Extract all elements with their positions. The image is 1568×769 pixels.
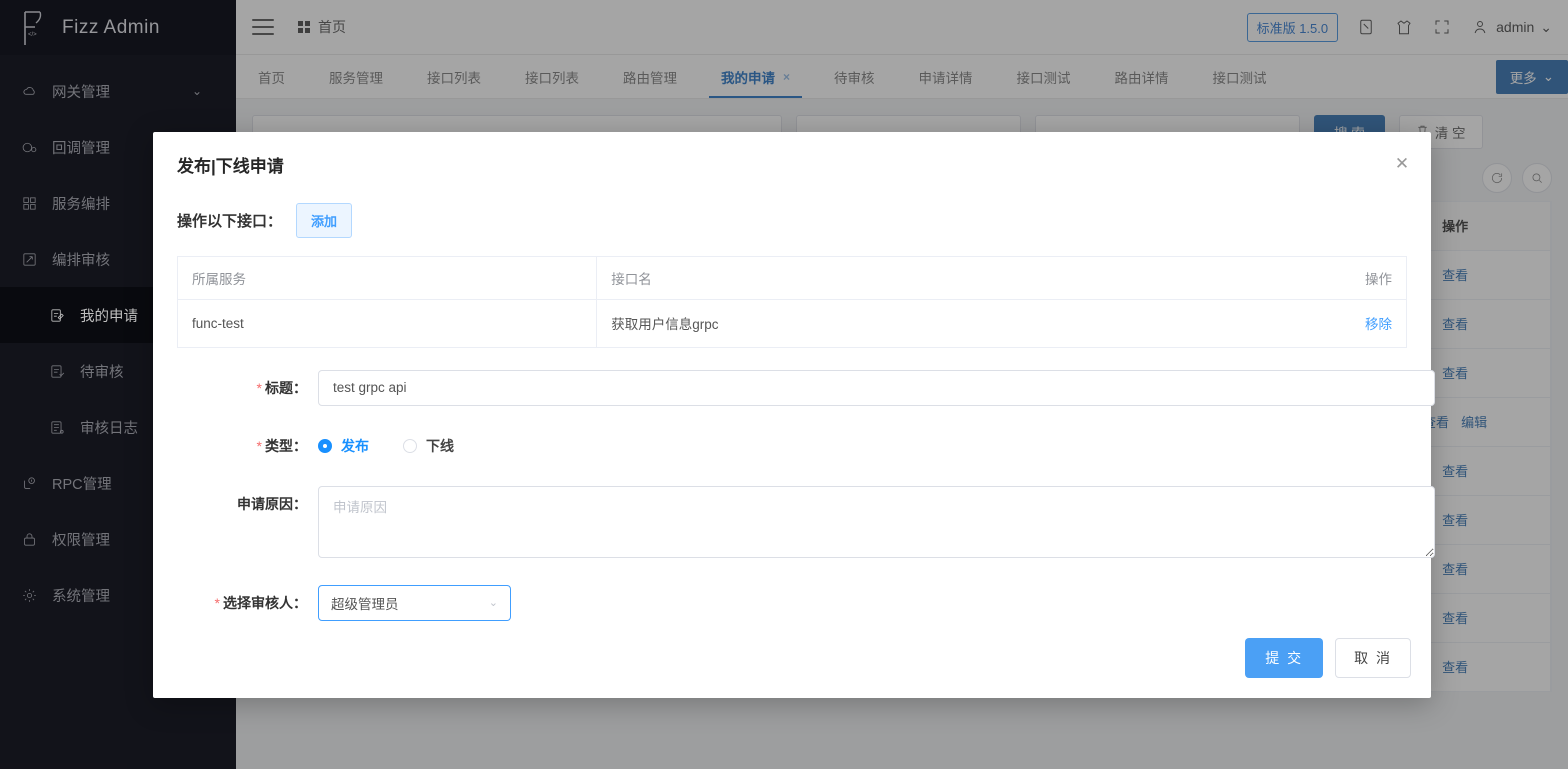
reviewer-select[interactable]: 超级管理员 ⌄: [318, 584, 511, 621]
close-icon[interactable]: ✕: [1391, 152, 1413, 174]
form-row-reviewer: * 选择审核人： 超级管理员 ⌄: [177, 584, 1407, 621]
form-row-reason: 申请原因：: [177, 485, 1435, 563]
title-control: [318, 369, 1435, 406]
reviewer-label-text: 选择审核人：: [223, 594, 307, 611]
remove-interface-link[interactable]: 移除: [1365, 317, 1392, 332]
iface-name: 获取用户信息grpc: [596, 299, 1286, 348]
type-radio-label: 下线: [426, 437, 454, 454]
iface-service: func-test: [178, 299, 598, 348]
required-marker: *: [256, 379, 262, 396]
title-label: * 标题：: [177, 370, 318, 406]
required-marker: *: [214, 594, 220, 611]
type-label-text: 类型：: [265, 437, 307, 454]
reviewer-selected-value: 超级管理员: [331, 596, 399, 612]
interface-table-header-row: 所属服务 接口名 操作: [178, 257, 1406, 300]
form-row-type: * 类型： 发布 下线: [177, 428, 1407, 464]
type-control: 发布 下线: [318, 428, 1407, 464]
dialog-title: 发布|下线申请: [177, 157, 284, 176]
form-row-title: * 标题：: [177, 369, 1435, 406]
app-root: </> Fizz Admin 网关管理 ⌄ 回调管理 服务编排 编排审核 我的申请 待审核审…: [0, 0, 1568, 769]
submit-button[interactable]: 提 交: [1245, 638, 1324, 678]
reason-textarea[interactable]: [318, 485, 1435, 558]
publish-offline-request-dialog: 发布|下线申请 ✕ 操作以下接口： 添加 所属服务 接口名 操作 func-test…: [153, 132, 1435, 698]
radio-dot-icon: [318, 438, 332, 453]
reason-label: 申请原因：: [237, 495, 307, 512]
title-label-text: 标题：: [265, 379, 307, 396]
reviewer-label: * 选择审核人：: [177, 585, 318, 621]
chevron-down-icon: ⌄: [488, 597, 498, 609]
type-radio-0[interactable]: 发布: [318, 436, 369, 456]
dialog-footer: 提 交 取 消: [1245, 638, 1411, 678]
type-radio-1[interactable]: 下线: [403, 436, 454, 456]
selected-interfaces-table: 所属服务 接口名 操作 func-test 获取用户信息grpc 移除: [177, 256, 1407, 348]
dialog-body: 操作以下接口： 添加 所属服务 接口名 操作 func-test 获取用户信息grpc…: [153, 177, 1435, 621]
operate-interfaces-label: 操作以下接口：: [177, 213, 283, 230]
cancel-button[interactable]: 取 消: [1335, 638, 1411, 678]
title-input[interactable]: [318, 369, 1435, 406]
request-form: *标题： *类型： 发布下线 申请原因：: [177, 369, 1435, 621]
interface-row: func-test 获取用户信息grpc 移除: [178, 299, 1406, 348]
add-interface-button[interactable]: 添加: [296, 203, 353, 238]
reason-control: [318, 485, 1435, 563]
iface-col-1: 接口名: [596, 257, 1286, 300]
iface-actions: 移除: [1286, 299, 1406, 348]
iface-col-2: 操作: [1286, 257, 1406, 300]
iface-col-0: 所属服务: [178, 257, 598, 300]
required-marker: *: [256, 437, 262, 454]
type-radio-group: 发布 下线: [318, 428, 1407, 464]
operate-interfaces-row: 操作以下接口： 添加: [177, 203, 1407, 238]
type-label: * 类型：: [177, 428, 318, 464]
dialog-header: 发布|下线申请 ✕: [153, 132, 1431, 177]
type-radio-label: 发布: [341, 437, 369, 454]
reviewer-control: 超级管理员 ⌄: [318, 584, 1407, 621]
radio-dot-icon: [403, 438, 417, 453]
